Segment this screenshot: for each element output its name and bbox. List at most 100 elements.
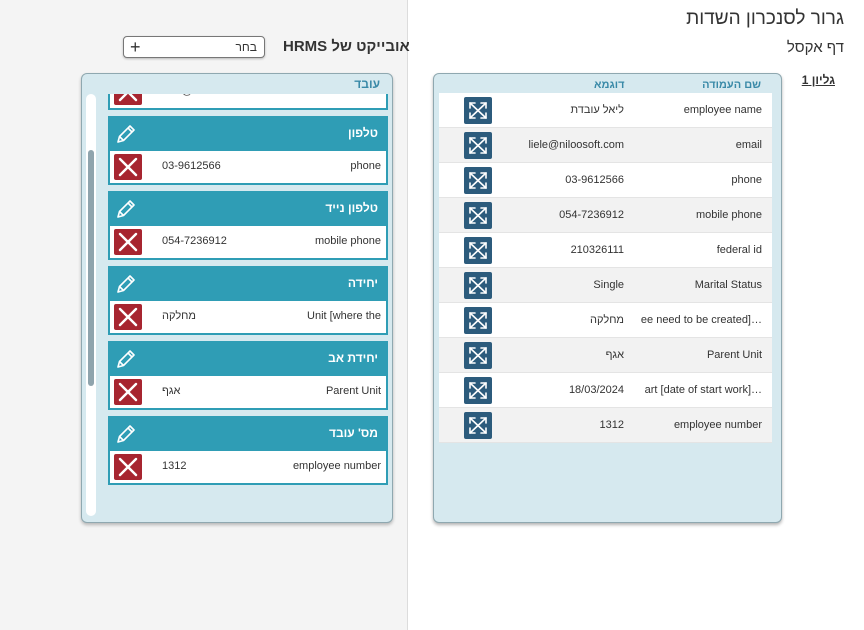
column-example-value: אגף	[605, 349, 624, 361]
excel-column-row: Single Marital Status	[439, 268, 772, 303]
plus-icon[interactable]: +	[130, 37, 141, 57]
column-name: federal id	[716, 244, 762, 256]
delete-mapping-button[interactable]	[114, 454, 142, 480]
pencil-icon[interactable]	[114, 422, 138, 446]
field-card-header: טלפון	[110, 118, 386, 151]
field-card-value: 054-7236912	[162, 235, 227, 247]
hrms-pane: אובייקט של HRMS + בחר עובד liele@nilooso…	[0, 0, 410, 630]
excel-column-row: 1312 employee number	[439, 408, 772, 443]
column-name: phone	[731, 174, 762, 186]
field-card-header: מס' עובד	[110, 418, 386, 451]
field-card-value: liele@niloosoft.com	[162, 94, 258, 97]
field-cards-list: liele@niloosoft.com email טלפון 03-9612566 p…	[108, 94, 388, 516]
scrollbar-thumb[interactable]	[88, 150, 94, 386]
drag-handle-button[interactable]	[464, 132, 492, 159]
excel-rows-list: ליאל עובדת employee name liele@niloosoft.c…	[439, 93, 772, 443]
field-card-title: מס' עובד	[329, 426, 378, 440]
hrms-panel-header: עובד	[354, 77, 380, 91]
column-name: ee need to be created]…	[640, 314, 762, 326]
field-card-body: 1312 employee number	[110, 451, 386, 483]
drag-handle-button[interactable]	[464, 202, 492, 229]
pencil-icon[interactable]	[114, 122, 138, 146]
object-select-label: בחר	[235, 40, 258, 54]
field-card-body: 054-7236912 mobile phone	[110, 226, 386, 258]
column-example-value: 18/03/2024	[568, 384, 624, 396]
column-example-value: liele@niloosoft.com	[528, 139, 624, 151]
field-card-value: אגף	[162, 385, 181, 397]
column-name: art [date of start work]…	[644, 384, 762, 396]
field-card-field: Unit [where the	[307, 310, 381, 322]
field-card-field: Parent Unit	[325, 385, 381, 397]
drag-handle-button[interactable]	[464, 412, 492, 439]
object-select[interactable]: + בחר	[123, 36, 265, 58]
delete-mapping-button[interactable]	[114, 379, 142, 405]
drag-handle-button[interactable]	[464, 167, 492, 194]
field-card-field: mobile phone	[314, 235, 381, 247]
delete-mapping-button[interactable]	[114, 304, 142, 330]
page-title: גרור לסנכרון השדות	[686, 8, 844, 29]
field-card[interactable]: טלפון 03-9612566 phone	[108, 116, 388, 185]
column-name: employee number	[673, 419, 762, 431]
field-card[interactable]: טלפון נייד 054-7236912 mobile phone	[108, 191, 388, 260]
field-card-value: מחלקה	[162, 310, 196, 322]
column-example-value: 03-9612566	[565, 174, 624, 186]
excel-column-row: 210326111 federal id	[439, 233, 772, 268]
field-card-field: employee number	[292, 460, 381, 472]
hrms-fields-panel: עובד liele@niloosoft.com email טלפון 03-961…	[81, 73, 393, 523]
drag-handle-button[interactable]	[464, 272, 492, 299]
column-example-value: Single	[593, 279, 624, 291]
sheet-tab-link[interactable]: גליון 1	[802, 73, 835, 87]
column-example-value: ליאל עובדת	[570, 104, 624, 116]
column-example-value: מחלקה	[590, 314, 624, 326]
hrms-object-title: אובייקט של HRMS	[283, 38, 410, 55]
excel-column-row: ליאל עובדת employee name	[439, 93, 772, 128]
excel-column-row: 054-7236912 mobile phone	[439, 198, 772, 233]
column-example-value: 1312	[599, 419, 624, 431]
excel-sheet-title: דף אקסל	[786, 39, 844, 56]
field-card[interactable]: יחידת אב אגף Parent Unit	[108, 341, 388, 410]
field-card-header: יחידת אב	[110, 343, 386, 376]
excel-column-row: 18/03/2024 art [date of start work]…	[439, 373, 772, 408]
example-header: דוגמא	[594, 79, 625, 91]
drag-handle-button[interactable]	[464, 237, 492, 264]
column-name: Marital Status	[694, 279, 762, 291]
delete-mapping-button[interactable]	[114, 229, 142, 255]
pencil-icon[interactable]	[114, 272, 138, 296]
field-card-value: 03-9612566	[162, 160, 221, 172]
column-example-value: 054-7236912	[559, 209, 624, 221]
field-card-value: 1312	[162, 460, 187, 472]
excel-column-row: מחלקה ee need to be created]…	[439, 303, 772, 338]
field-card-title: יחידה	[347, 276, 378, 290]
field-card[interactable]: יחידה מחלקה Unit [where the	[108, 266, 388, 335]
field-card-title: טלפון	[348, 126, 378, 140]
field-card-header: יחידה	[110, 268, 386, 301]
delete-mapping-button[interactable]	[114, 94, 142, 105]
column-name: Parent Unit	[706, 349, 762, 361]
field-card-body: אגף Parent Unit	[110, 376, 386, 408]
excel-column-row: 03-9612566 phone	[439, 163, 772, 198]
column-name: mobile phone	[695, 209, 762, 221]
delete-mapping-button[interactable]	[114, 154, 142, 180]
pencil-icon[interactable]	[114, 197, 138, 221]
drag-handle-button[interactable]	[464, 377, 492, 404]
field-card-header: טלפון נייד	[110, 193, 386, 226]
drag-handle-button[interactable]	[464, 307, 492, 334]
column-name-header: שם העמודה	[702, 79, 761, 91]
field-card-body: מחלקה Unit [where the	[110, 301, 386, 333]
drag-handle-button[interactable]	[464, 97, 492, 124]
field-card[interactable]: מס' עובד 1312 employee number	[108, 416, 388, 485]
excel-column-row: liele@niloosoft.com email	[439, 128, 772, 163]
field-card[interactable]: liele@niloosoft.com email	[108, 94, 388, 110]
drag-handle-button[interactable]	[464, 342, 492, 369]
field-card-field: phone	[350, 160, 381, 172]
field-card-body: liele@niloosoft.com email	[110, 94, 386, 108]
field-card-field: email	[355, 94, 381, 97]
field-card-body: 03-9612566 phone	[110, 151, 386, 183]
field-card-title: יחידת אב	[328, 351, 378, 365]
column-example-value: 210326111	[570, 244, 624, 256]
scrollbar[interactable]	[86, 94, 96, 516]
excel-column-row: אגף Parent Unit	[439, 338, 772, 373]
field-card-title: טלפון נייד	[325, 201, 378, 215]
column-name: employee name	[683, 104, 762, 116]
pencil-icon[interactable]	[114, 347, 138, 371]
